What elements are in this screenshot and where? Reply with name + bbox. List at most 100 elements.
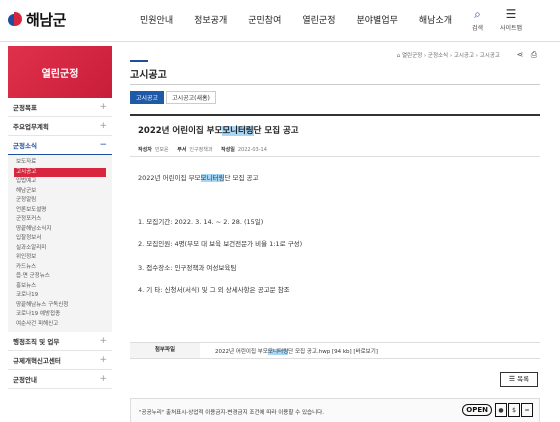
post-body-line2: 2. 모집인원: 4명(부모 대 보육 보건전문가 비율 1:1로 구성) (138, 240, 303, 248)
plus-icon: + (99, 336, 107, 346)
site-logo[interactable]: 해남군 (8, 9, 66, 30)
sidebar-submenu: 보도자료 고시공고 입법예고 해남군보 군정알림 언론보도설명 군정포커스 땅끝… (8, 155, 112, 332)
plus-icon: + (99, 374, 107, 384)
nav-item-participation[interactable]: 군민참여 (248, 13, 281, 26)
submenu-item-dept-alerts[interactable]: 실과소알리미 (8, 244, 112, 254)
attachment-text: 단 모집 공고.hwp [94 kb] [바로보기] (288, 349, 378, 355)
plus-icon: + (99, 121, 107, 131)
sidebar-title: 열린군정 (8, 46, 112, 98)
body-text: 2022년 어린이집 부모 (138, 174, 201, 182)
meta-dept: 인구정책과 (189, 147, 213, 153)
sitemap-button[interactable]: ☰ 사이트맵 (500, 8, 522, 32)
nav-item-open-admin[interactable]: 열린군정 (302, 13, 335, 26)
body-text: 단 모집 공고 (224, 174, 259, 182)
open-badge: OPEN (462, 404, 492, 416)
sidebar: 열린군정 군정목표 + 주요업무계획 + 군정소식 − 보도자료 고시공고 입법예고 … (8, 46, 112, 389)
submenu-item-alerts[interactable]: 군정알림 (8, 196, 112, 206)
list-icon: ☰ (508, 375, 516, 383)
divider (130, 84, 540, 85)
submenu-item-subscribe[interactable]: 땅끝해남뉴스 구독신청 (8, 301, 112, 311)
submenu-item-legislation[interactable]: 입법예고 (8, 177, 112, 187)
logo-mark-icon (8, 11, 22, 28)
sidebar-item-plan[interactable]: 주요업무계획 + (8, 117, 112, 136)
submenu-item-focus[interactable]: 군정포커스 (8, 215, 112, 225)
attribution-icon: ● (495, 403, 507, 417)
body-highlight: 모니터링 (200, 174, 225, 182)
meta-label: 부서 (177, 147, 187, 153)
submenu-item-vaccine[interactable]: 코로나19 예방접종 (8, 310, 112, 320)
post-meta: 작성자 민보윤 부서 인구정책과 작성일 2022-03-14 (138, 146, 274, 153)
tab-notice[interactable]: 고시공고 (130, 91, 165, 104)
page-title: 고시공고 (130, 70, 167, 81)
attachment-label: 첨부파일 (130, 343, 200, 358)
page-tools: ⋖ ⎙ (512, 50, 540, 60)
license-text: "공공누리" 출처표시-상업적 이용금지-변경금지 조건에 따라 이용할 수 있… (139, 410, 324, 416)
post-view: 2022년 어린이집 부모모니터링단 모집 공고 작성자 민보윤 부서 인구정책과 … (130, 114, 540, 294)
list-button[interactable]: ☰ 목록 (500, 372, 538, 387)
main-nav: 민원안내 정보공개 군민참여 열린군정 분야별업무 해남소개 (140, 13, 473, 26)
kogl-badge[interactable]: OPEN ● $ = (462, 403, 533, 417)
attachment-row: 첨부파일 2022년 어린이집 부모모니터링단 모집 공고.hwp [94 kb… (130, 342, 540, 359)
submenu-item-yeosu[interactable]: 여순사건 피해신고 (8, 320, 112, 330)
submenu-item-gazette[interactable]: 해남군보 (8, 187, 112, 197)
submenu-item-cardnews[interactable]: 카드뉴스 (8, 263, 112, 273)
post-body-intro: 2022년 어린이집 부모모니터링단 모집 공고 (138, 172, 259, 182)
nav-item-work[interactable]: 분야별업무 (357, 13, 398, 26)
noncommercial-icon: $ (508, 403, 520, 417)
print-icon[interactable]: ⎙ (528, 50, 540, 60)
sidebar-item-news[interactable]: 군정소식 − (8, 136, 112, 155)
sidebar-item-label: 군정소식 (13, 142, 37, 150)
meta-label: 작성자 (138, 147, 152, 153)
share-icon[interactable]: ⋖ (514, 50, 526, 60)
post-body-line3: 3. 접수장소: 인구정책과 여성보육팀 (138, 264, 237, 272)
post-body-line4: 4. 기 타: 신청서(서식) 및 그 외 상세사항은 공고문 참조 (138, 286, 290, 294)
nav-item-about[interactable]: 해남소개 (419, 13, 452, 26)
menu-icon: ☰ (505, 7, 517, 21)
submenu-item-people[interactable]: 위인정보 (8, 253, 112, 263)
noderivs-icon: = (521, 403, 533, 417)
logo-text: 해남군 (26, 11, 66, 29)
nav-item-civil[interactable]: 민원안내 (140, 13, 173, 26)
submenu-item-newsletter[interactable]: 땅끝해남소식지 (8, 225, 112, 235)
sidebar-item-label: 군정목표 (13, 104, 37, 112)
minus-icon: − (99, 140, 107, 150)
breadcrumb[interactable]: ⌂ 열린군정 › 군정소식 › 고시공고 › 고시공고 (397, 51, 500, 59)
search-icon: ⌕ (474, 7, 481, 21)
list-button-label: 목록 (517, 375, 530, 383)
submenu-item-covid[interactable]: 코로나19 (8, 291, 112, 301)
sidebar-item-guide[interactable]: 군정안내 + (8, 370, 112, 389)
sidebar-item-org[interactable]: 행정조직 및 업무 + (8, 332, 112, 351)
site-header: 해남군 민원안내 정보공개 군민참여 열린군정 분야별업무 해남소개 ⌕ 검색 … (0, 0, 560, 42)
post-title-text: 단 모집 공고 (253, 126, 299, 136)
submenu-item-promo[interactable]: 홍보뉴스 (8, 282, 112, 292)
plus-icon: + (99, 102, 107, 112)
sidebar-item-reform[interactable]: 규제개혁신고센터 + (8, 351, 112, 370)
submenu-item-notice[interactable]: 고시공고 (14, 167, 106, 177)
post-title-highlight: 모니터링 (222, 126, 254, 136)
tab-bar: 고시공고 고시공고(새홈) (130, 91, 218, 104)
nav-item-info[interactable]: 정보공개 (194, 13, 227, 26)
attachment-link[interactable]: 2022년 어린이집 부모모니터링단 모집 공고.hwp [94 kb] [바로… (215, 347, 378, 355)
sitemap-label: 사이트맵 (500, 25, 523, 32)
submenu-item-press[interactable]: 보도자료 (8, 158, 112, 168)
license-box: "공공누리" 출처표시-상업적 이용금지-변경금지 조건에 따라 이용할 수 있… (130, 398, 540, 422)
sidebar-item-label: 행정조직 및 업무 (13, 338, 60, 346)
post-title: 2022년 어린이집 부모모니터링단 모집 공고 (138, 124, 299, 136)
tab-notice-new[interactable]: 고시공고(새홈) (166, 91, 216, 104)
sidebar-item-goals[interactable]: 군정목표 + (8, 98, 112, 117)
submenu-item-bids[interactable]: 입찰정보서 (8, 234, 112, 244)
search-button[interactable]: ⌕ 검색 (472, 8, 483, 32)
meta-writer: 민보윤 (154, 147, 169, 153)
post-title-text: 2022년 어린이집 부모 (138, 126, 223, 136)
search-label: 검색 (472, 25, 484, 32)
submenu-item-town-news[interactable]: 읍·면 군정뉴스 (8, 272, 112, 282)
sidebar-item-label: 규제개혁신고센터 (13, 357, 61, 365)
sidebar-item-label: 군정안내 (13, 376, 37, 384)
attachment-highlight: 모니터링 (267, 349, 289, 355)
meta-date: 2022-03-14 (237, 147, 267, 153)
submenu-item-press-explain[interactable]: 언론보도설명 (8, 206, 112, 216)
meta-label: 작성일 (221, 147, 235, 153)
title-accent-bar (130, 60, 148, 62)
plus-icon: + (99, 355, 107, 365)
divider (130, 156, 540, 157)
